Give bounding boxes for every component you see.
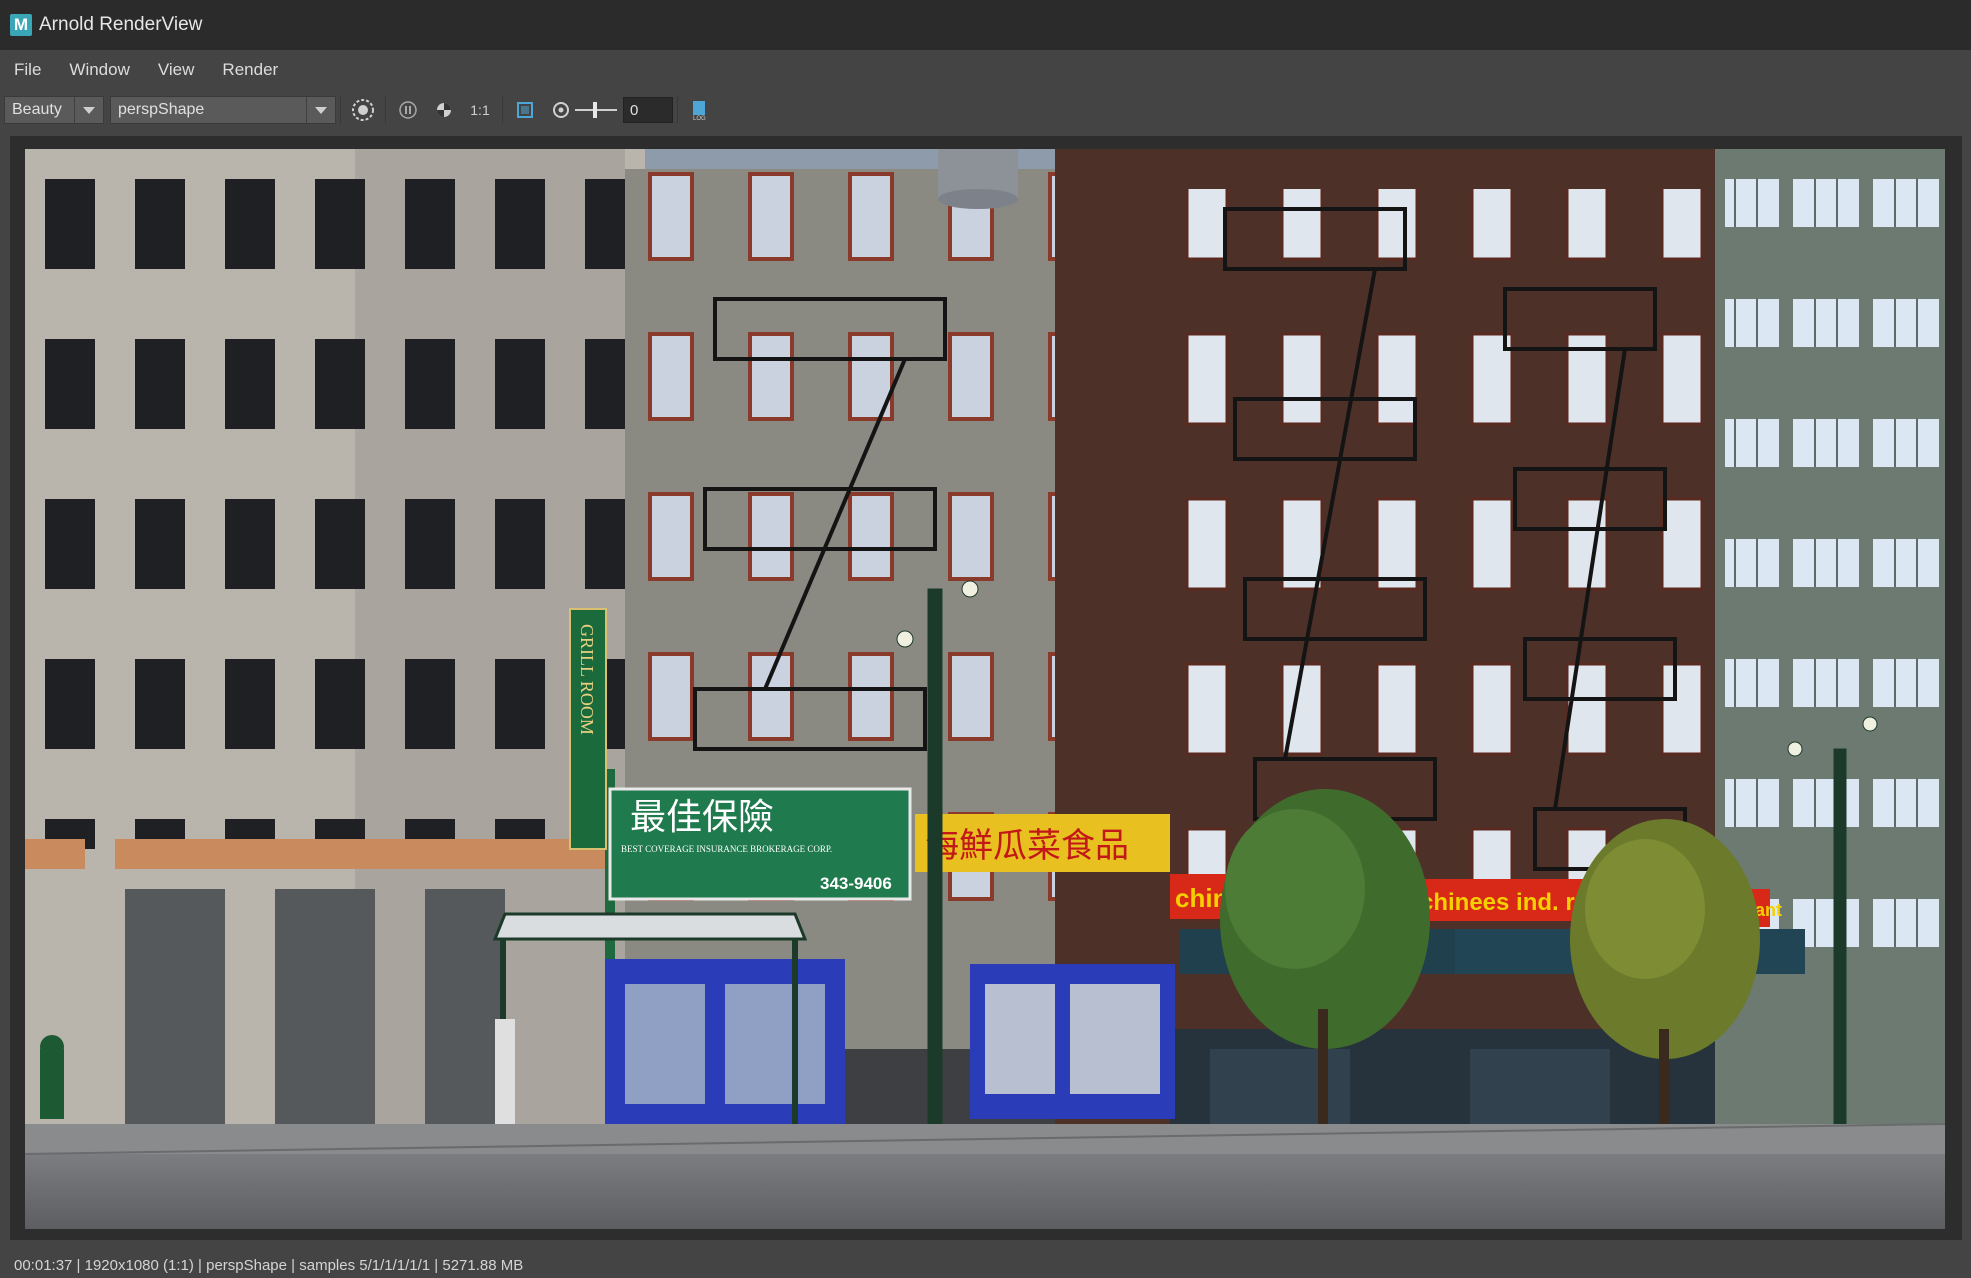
insurance-sign-subtitle: BEST COVERAGE INSURANCE BROKERAGE CORP. [621,844,832,854]
menu-file[interactable]: File [0,60,55,80]
menu-view[interactable]: View [144,60,209,80]
pause-icon[interactable] [394,96,422,124]
menu-bar: File Window View Render [0,50,1971,90]
toolbar-divider [677,96,678,124]
exposure-input[interactable]: 0 [623,97,673,123]
exposure-icon[interactable] [547,96,575,124]
water-tower [938,149,1018,209]
ratio-icon[interactable]: 1:1 [466,96,494,124]
toolbar-divider [502,96,503,124]
chevron-down-icon[interactable] [74,97,103,123]
chevron-down-icon[interactable] [306,97,335,123]
toolbar: Beauty perspShape 1:1 0 LOG [0,90,1971,130]
insurance-sign: 最佳保險 BEST COVERAGE INSURANCE BROKERAGE C… [608,787,912,901]
status-bar: 00:01:37 | 1920x1080 (1:1) | perspShape … [0,1252,1971,1278]
menu-window[interactable]: Window [55,60,143,80]
maya-logo-icon: M [10,14,32,36]
slider-handle[interactable] [593,102,597,118]
fire-hydrant [40,1035,64,1119]
log-icon[interactable]: LOG [686,96,714,124]
exposure-slider[interactable] [575,96,617,124]
crop-region-icon[interactable] [511,96,539,124]
aov-value: Beauty [12,101,62,118]
aov-dropdown[interactable]: Beauty [4,96,104,124]
status-text: 00:01:37 | 1920x1080 (1:1) | perspShape … [14,1256,524,1274]
left-building [25,149,645,1149]
menu-render[interactable]: Render [208,60,292,80]
toolbar-divider [340,96,341,124]
office-building [1715,149,1945,1149]
toolbar-divider [385,96,386,124]
render-region-icon[interactable] [349,96,377,124]
svg-text:LOG: LOG [693,116,706,121]
window-title: Arnold RenderView [39,14,203,35]
title-bar: M Arnold RenderView [0,0,1971,50]
insurance-sign-phone: 343-9406 [820,874,892,893]
color-channels-icon[interactable] [430,96,458,124]
camera-value: perspShape [118,101,205,118]
camera-dropdown[interactable]: perspShape [110,96,336,124]
seafood-sign-text: 海鮮瓜菜食品 [925,826,1129,866]
insurance-sign-title: 最佳保險 [630,797,774,838]
render-image[interactable]: 最佳保險 BEST COVERAGE INSURANCE BROKERAGE C… [25,149,1945,1229]
road [25,1154,1945,1229]
seafood-sign: 海鮮瓜菜食品 [915,814,1170,872]
grill-room-sign: GRILL ROOM [569,608,607,850]
grill-room-text: GRILL ROOM [577,624,597,735]
